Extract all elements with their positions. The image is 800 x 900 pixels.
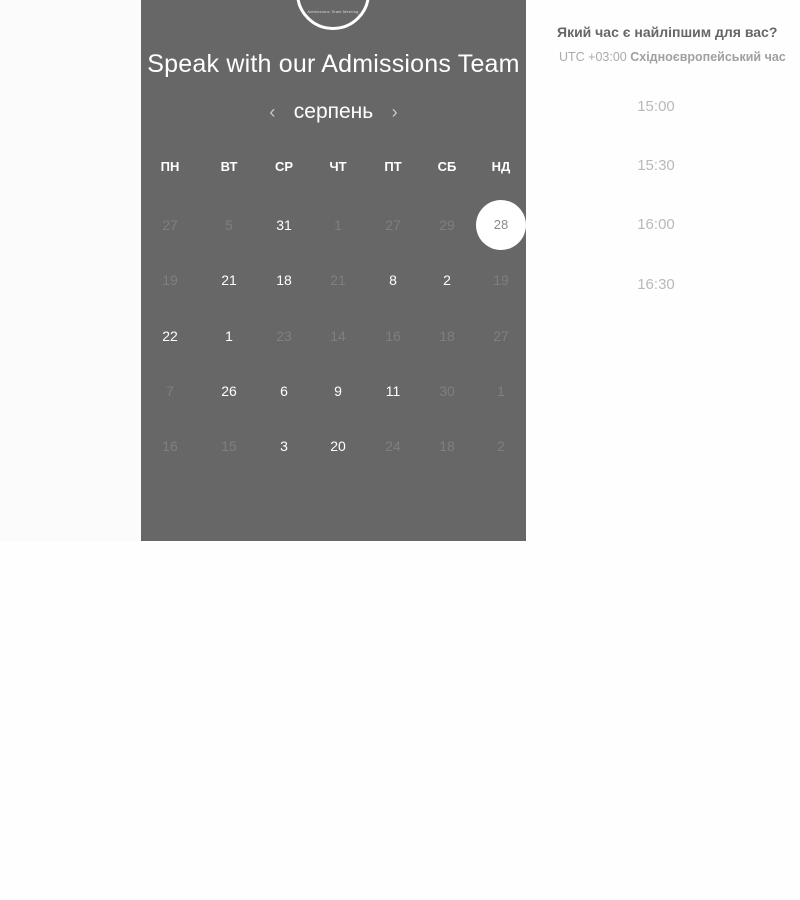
month-label: серпень [293,100,374,123]
weekday-label: ЧТ [329,159,347,174]
calendar-day: 19 [162,272,178,288]
weekday-label: СР [274,159,294,174]
calendar-day: 16 [162,438,178,454]
weekday-label: СБ [437,159,457,174]
calendar-day: 27 [493,328,509,344]
time-slot[interactable]: 16:00 [596,216,716,233]
logo-badge: Admissions Team Meeting [296,0,370,30]
weekday-label: ВТ [220,159,238,174]
calendar-day: 27 [162,217,178,233]
calendar-day[interactable]: 20 [318,431,358,461]
time-slot[interactable]: 15:30 [596,157,716,174]
logo-text: Admissions Team Meeting [307,9,359,14]
calendar-day: 14 [330,328,346,344]
month-navigation: ‹ серпень › [141,96,526,128]
left-margin [0,0,141,541]
calendar-day: 24 [385,438,401,454]
calendar-day: 21 [330,272,346,288]
calendar-day: 18 [439,328,455,344]
timezone-name: Східноєвропейський час [630,50,786,64]
calendar-day: 5 [225,217,233,233]
chevron-right-icon[interactable]: › [388,96,402,128]
calendar-day: 23 [276,328,292,344]
calendar-day[interactable]: 11 [373,376,413,406]
time-picker: Який час є найліпшим для вас? UTC +03:00… [526,0,800,541]
calendar-day[interactable]: 6 [264,376,304,406]
calendar-day: 18 [439,438,455,454]
calendar-day[interactable]: 31 [264,210,304,240]
calendar-day[interactable]: 26 [209,376,249,406]
weekday-label: ПТ [384,159,402,174]
calendar-day[interactable]: 9 [318,376,358,406]
calendar-day: 7 [166,383,174,399]
calendar-day: 1 [334,217,342,233]
time-question: Який час є найліпшим для вас? [557,24,778,40]
timezone-offset: UTC +03:00 [559,50,627,64]
selected-day[interactable]: 28 [476,200,526,250]
timezone-label[interactable]: UTC +03:00 Східноєвропейський час [559,50,786,64]
calendar-day: 27 [385,217,401,233]
calendar-panel: Admissions Team Meeting Speak with our A… [141,0,526,541]
weekday-label: НД [491,159,511,174]
calendar-day[interactable]: 3 [264,431,304,461]
time-slot[interactable]: 15:00 [596,98,716,115]
scheduler-page: Admissions Team Meeting Speak with our A… [0,0,800,900]
calendar-day: 30 [439,383,455,399]
calendar-day: 2 [497,438,505,454]
calendar-day[interactable]: 18 [264,265,304,295]
weekday-header: ПН ВТ СР ЧТ ПТ СБ НД [141,159,526,177]
calendar-day[interactable]: 21 [209,265,249,295]
chevron-left-icon[interactable]: ‹ [265,96,279,128]
panel-title: Speak with our Admissions Team [147,50,520,78]
calendar-day[interactable]: 2 [427,265,467,295]
calendar-day: 15 [221,438,237,454]
calendar-day[interactable]: 1 [209,321,249,351]
calendar-day: 19 [493,272,509,288]
calendar-day: 16 [385,328,401,344]
calendar-day[interactable]: 8 [373,265,413,295]
calendar-day[interactable]: 22 [150,321,190,351]
weekday-label: ПН [160,159,180,174]
calendar-day: 29 [439,217,455,233]
calendar-day: 1 [497,383,505,399]
time-slot[interactable]: 16:30 [596,276,716,293]
